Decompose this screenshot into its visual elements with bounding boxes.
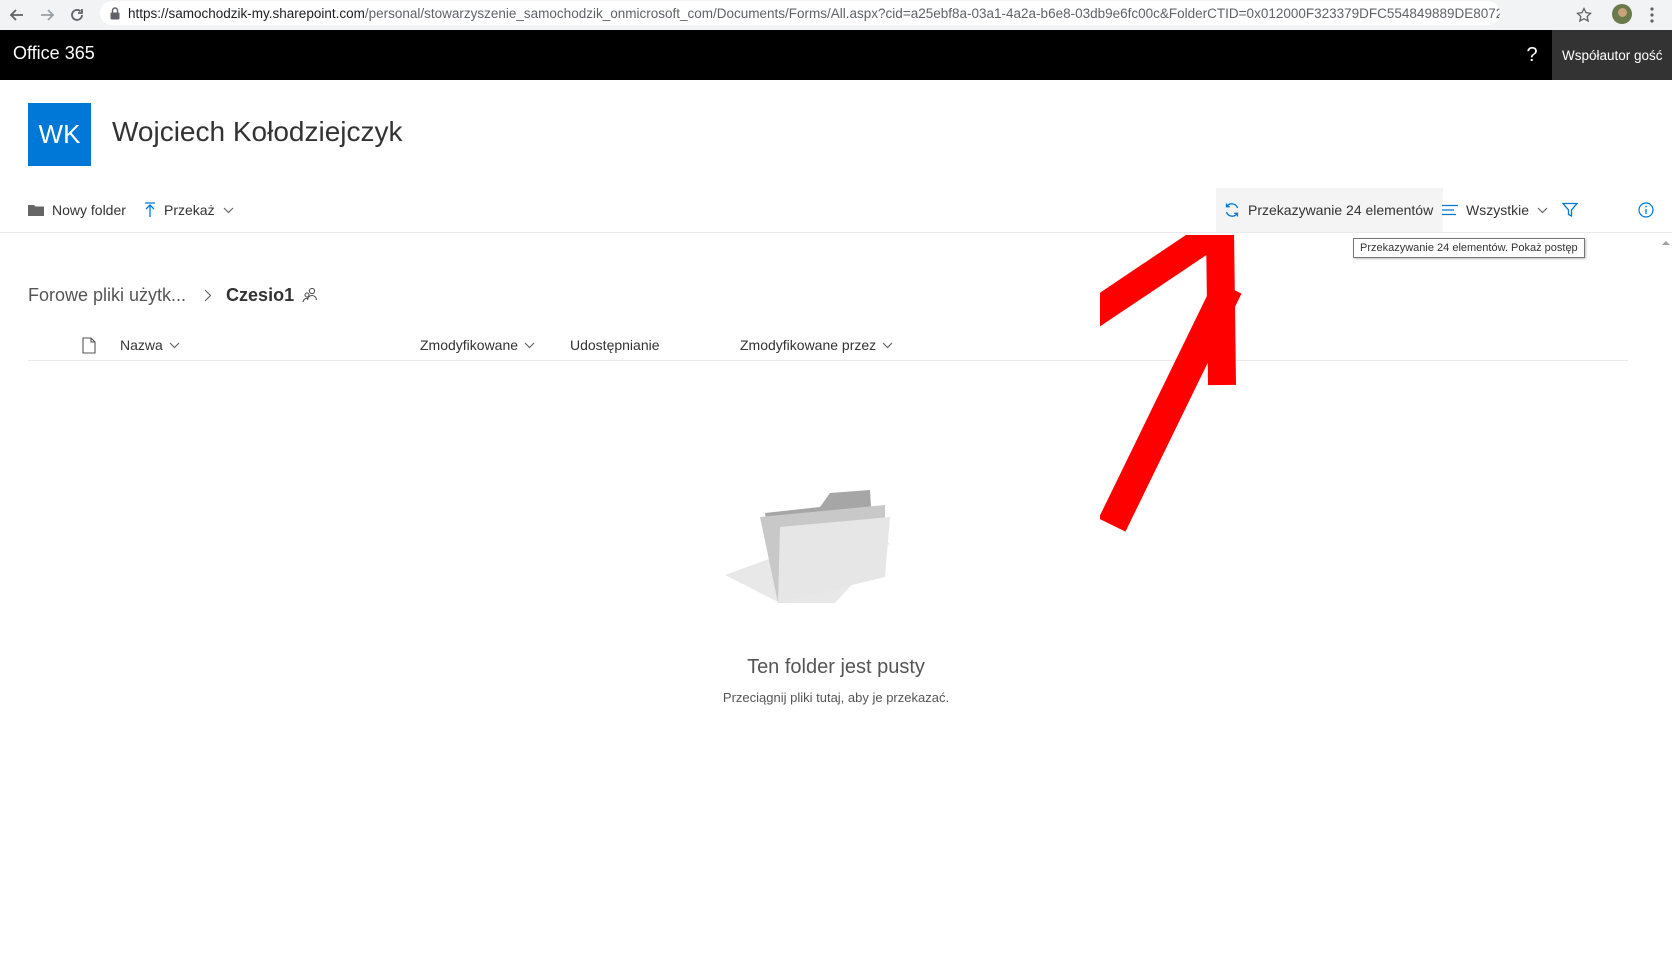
breadcrumb: Forowe pliki użytk... Czesio1 [28,282,318,308]
breadcrumb-current-folder: Czesio1 [226,284,295,305]
upload-status-label: Przekazywanie 24 elementów [1248,202,1434,218]
column-sharing[interactable]: Udostępnianie [570,330,660,360]
url-host: https://samochodzik-my.sharepoint.com [128,5,365,21]
chevron-down-icon [524,342,535,349]
view-label: Wszystkie [1466,202,1529,218]
filter-button[interactable] [1562,188,1578,232]
address-bar[interactable]: https://samochodzik-my.sharepoint.com/pe… [100,1,1500,25]
column-header-row: Nazwa Zmodyfikowane Udostępnianie Zmodyf… [28,330,1628,361]
folder-icon [28,204,44,216]
chevron-down-icon [223,207,234,214]
chevron-down-icon [882,342,893,349]
more-menu-icon[interactable] [1650,6,1654,24]
empty-state-title: Ten folder jest pusty [747,656,925,678]
column-modified-by[interactable]: Zmodyfikowane przez [740,330,893,360]
empty-folder-illustration [720,485,900,610]
office-365-brand[interactable]: Office 365 [13,43,95,64]
filter-icon [1562,202,1578,218]
new-folder-button[interactable]: Nowy folder [28,188,126,232]
breadcrumb-parent-link[interactable]: Forowe pliki użytk... [28,285,186,306]
red-arrow-annotation [1072,202,1340,555]
help-button[interactable]: ? [1512,30,1552,80]
column-modified-by-label: Zmodyfikowane przez [740,337,877,353]
chevron-right-icon [204,289,212,302]
site-title[interactable]: Wojciech Kołodziejczyk [112,116,403,148]
column-name[interactable]: Nazwa [120,330,180,360]
browser-toolbar: https://samochodzik-my.sharepoint.com/pe… [0,0,1672,31]
office-suite-bar: Office 365 ? Współautor gość [0,30,1672,80]
column-name-label: Nazwa [120,337,163,353]
site-logo[interactable]: WK [28,103,91,166]
profile-avatar[interactable] [1612,4,1632,24]
upload-progress-tooltip: Przekazywanie 24 elementów. Pokaż postęp [1353,238,1585,258]
chevron-down-icon [169,342,180,349]
column-modified[interactable]: Zmodyfikowane [420,330,535,360]
upload-label: Przekaż [164,202,215,218]
column-modified-label: Zmodyfikowane [420,337,519,353]
sync-icon [1224,202,1240,218]
upload-arrow-icon [144,202,156,218]
upload-progress-button[interactable]: Przekazywanie 24 elementów [1216,188,1444,232]
empty-state-subtitle: Przeciągnij pliki tutaj, aby je przekaza… [722,690,950,705]
new-folder-label: Nowy folder [52,202,126,218]
url-path: /personal/stowarzyszenie_samochodzik_onm… [364,5,1500,21]
command-bar: Nowy folder Przekaż Przekazywanie 24 ele… [0,188,1672,233]
info-icon [1638,202,1654,218]
forward-arrow-icon[interactable] [34,2,60,28]
chevron-down-icon [1537,207,1548,214]
vertical-scrollbar[interactable] [1660,236,1672,958]
column-sharing-label: Udostępnianie [570,337,660,353]
back-arrow-icon[interactable] [4,2,30,28]
reload-icon[interactable] [64,2,90,28]
user-account-button[interactable]: Współautor gość [1552,30,1672,80]
lock-icon [110,6,120,20]
info-button[interactable] [1638,188,1654,232]
view-switcher[interactable]: Wszystkie [1442,188,1548,232]
shared-people-icon[interactable] [302,287,318,303]
list-view-icon [1442,204,1458,216]
upload-button[interactable]: Przekaż [144,188,234,232]
file-type-column-icon[interactable] [82,330,96,360]
bookmark-star-icon[interactable] [1572,3,1596,27]
